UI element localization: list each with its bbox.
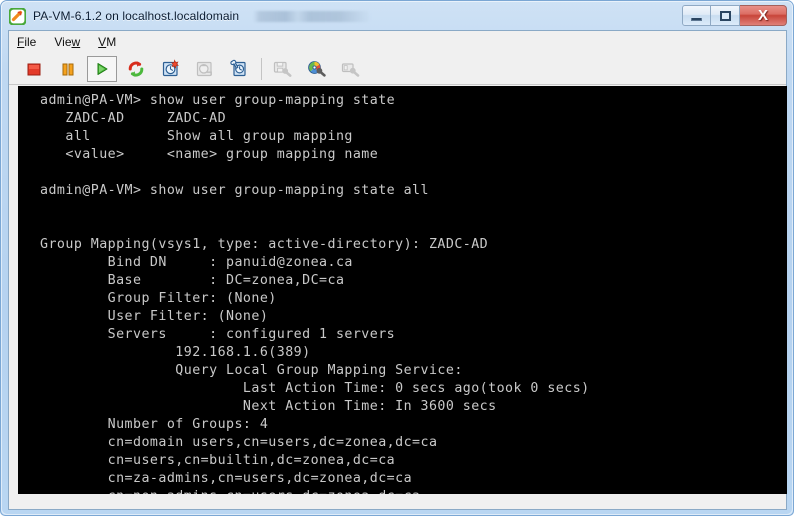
terminal-line: admin@PA-VM> show user group-mapping sta… bbox=[40, 183, 429, 198]
power-on-icon[interactable] bbox=[87, 55, 117, 82]
toolbar bbox=[9, 53, 786, 85]
terminal-line: ZADC-AD ZADC-AD bbox=[40, 111, 227, 126]
snapshot-manager-icon[interactable] bbox=[223, 56, 253, 82]
take-snapshot-icon[interactable] bbox=[155, 56, 185, 82]
title-bar[interactable]: PA-VM-6.1.2 on localhost.localdomain X bbox=[2, 2, 792, 30]
vm-app-icon bbox=[8, 6, 27, 26]
menu-item-view[interactable]: View bbox=[54, 35, 80, 49]
window-bottom-strip bbox=[8, 494, 787, 510]
terminal-line: Last Action Time: 0 secs ago(took 0 secs… bbox=[40, 381, 590, 396]
terminal-line: cn=domain users,cn=users,dc=zonea,dc=ca bbox=[40, 435, 438, 450]
revert-snapshot-icon bbox=[189, 56, 219, 82]
terminal-line: Bind DN : panuid@zonea.ca bbox=[40, 255, 353, 270]
terminal-line: 192.168.1.6(389) bbox=[40, 345, 311, 360]
window-title: PA-VM-6.1.2 on localhost.localdomain bbox=[33, 9, 240, 23]
toolbar-separator bbox=[261, 57, 262, 80]
terminal-line: cn=users,cn=builtin,dc=zonea,dc=ca bbox=[40, 453, 396, 468]
window-controls: X bbox=[682, 5, 787, 26]
maximize-button[interactable] bbox=[711, 5, 740, 26]
terminal-line: all Show all group mapping bbox=[40, 129, 353, 144]
redacted-title-suffix bbox=[253, 10, 372, 22]
close-icon: X bbox=[757, 7, 768, 24]
floppy-device-icon bbox=[268, 56, 298, 82]
power-off-icon[interactable] bbox=[19, 56, 49, 82]
terminal-line: admin@PA-VM> show user group-mapping sta… bbox=[40, 93, 396, 108]
terminal-line: Group Filter: (None) bbox=[40, 291, 277, 306]
terminal-line: Base : DC=zonea,DC=ca bbox=[40, 273, 345, 288]
suspend-icon[interactable] bbox=[53, 56, 83, 82]
terminal-line: Group Mapping(vsys1, type: active-direct… bbox=[40, 237, 489, 252]
terminal-line: User Filter: (None) bbox=[40, 309, 269, 324]
terminal-line: cn=za-admins,cn=users,dc=zonea,dc=ca bbox=[40, 471, 413, 486]
client-area: File View VM admin@PA-VM> show user grou… bbox=[8, 30, 787, 495]
minimize-button[interactable] bbox=[682, 5, 711, 26]
minimize-icon bbox=[691, 17, 702, 21]
cdrom-device-icon[interactable] bbox=[302, 56, 332, 82]
menu-bar: File View VM bbox=[9, 31, 786, 53]
maximize-icon bbox=[719, 10, 731, 21]
terminal-output: admin@PA-VM> show user group-mapping sta… bbox=[18, 92, 787, 495]
terminal-line: <value> <name> group mapping name bbox=[40, 147, 379, 162]
usb-device-icon bbox=[336, 56, 366, 82]
menu-item-vm[interactable]: VM bbox=[98, 35, 116, 49]
reset-icon[interactable] bbox=[121, 56, 151, 82]
terminal-line: Query Local Group Mapping Service: bbox=[40, 363, 463, 378]
menu-item-file[interactable]: File bbox=[17, 35, 36, 49]
terminal-line: Number of Groups: 4 bbox=[40, 417, 269, 432]
terminal-console[interactable]: admin@PA-VM> show user group-mapping sta… bbox=[18, 86, 787, 495]
terminal-line: Next Action Time: In 3600 secs bbox=[40, 399, 497, 414]
terminal-line: Servers : configured 1 servers bbox=[40, 327, 396, 342]
close-button[interactable]: X bbox=[740, 5, 787, 26]
vm-window: PA-VM-6.1.2 on localhost.localdomain X F… bbox=[0, 0, 794, 516]
